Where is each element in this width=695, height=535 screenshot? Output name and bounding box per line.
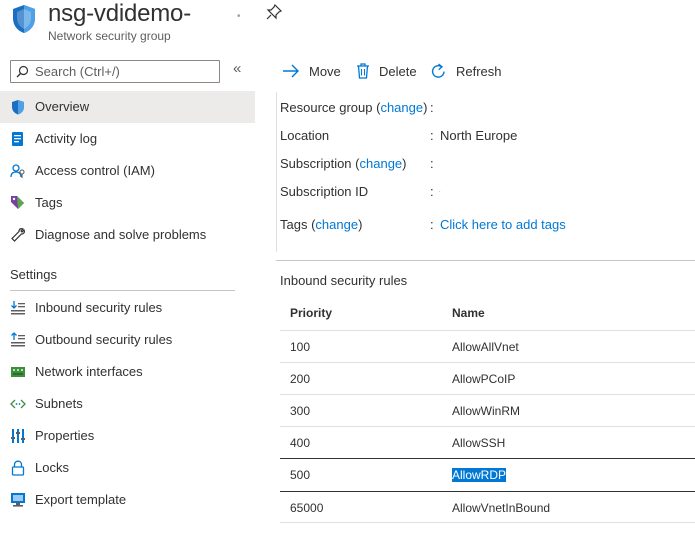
table-row[interactable]: 300 AllowWinRM: [280, 395, 695, 427]
table-row[interactable]: 100 AllowAllVnet: [280, 331, 695, 363]
sidebar-item-tags[interactable]: Tags: [0, 187, 255, 219]
move-button[interactable]: Move: [282, 60, 341, 82]
properties-icon: [11, 429, 25, 443]
table-row[interactable]: 200 AllowPCoIP: [280, 363, 695, 395]
page-title: nsg-vdidemo-: [48, 0, 191, 27]
settings-section-title: Settings: [10, 267, 57, 282]
change-resource-group-link[interactable]: change: [380, 100, 423, 115]
sidebar-item-label: Outbound security rules: [35, 332, 173, 347]
refresh-button[interactable]: Refresh: [430, 60, 502, 82]
sidebar-item-label: Activity log: [35, 131, 98, 146]
sidebar-item-inbound-rules[interactable]: Inbound security rules: [0, 292, 255, 324]
wrench-icon: [11, 228, 25, 242]
sidebar-item-outbound-rules[interactable]: Outbound security rules: [0, 324, 255, 356]
change-tags-link[interactable]: change: [315, 217, 358, 232]
sidebar-item-label: Subnets: [35, 396, 83, 411]
network-security-group-icon: [13, 5, 35, 33]
trash-icon: [357, 63, 369, 79]
delete-button[interactable]: Delete: [356, 60, 417, 82]
title-redacted-suffix: •: [237, 11, 241, 22]
table-row-selected[interactable]: 500 AllowRDP: [280, 458, 695, 492]
sidebar-item-label: Overview: [35, 99, 90, 114]
sidebar-item-properties[interactable]: Properties: [0, 420, 255, 452]
tag-icon: [11, 196, 24, 209]
search-input[interactable]: Search (Ctrl+/): [10, 60, 220, 83]
network-interface-icon: [11, 367, 25, 377]
search-placeholder: Search (Ctrl+/): [35, 64, 120, 79]
column-header-priority[interactable]: Priority: [290, 306, 332, 320]
sidebar-item-locks[interactable]: Locks: [0, 452, 255, 484]
search-icon: [16, 65, 29, 78]
table-row[interactable]: 400 AllowSSH: [280, 427, 695, 459]
section-divider: [10, 290, 235, 291]
subscription-id-redacted: ·: [438, 186, 442, 197]
sidebar-item-export-template[interactable]: Export template: [0, 484, 255, 516]
sidebar-item-network-interfaces[interactable]: Network interfaces: [0, 356, 255, 388]
inbound-icon: [11, 301, 25, 315]
inbound-rules-title: Inbound security rules: [280, 273, 408, 288]
sidebar-item-label: Diagnose and solve problems: [35, 227, 207, 242]
export-template-icon: [11, 493, 25, 507]
column-header-name[interactable]: Name: [452, 306, 485, 320]
location-value: North Europe: [440, 128, 518, 143]
sidebar-item-overview[interactable]: Overview: [0, 91, 255, 123]
essentials-left-border: [276, 92, 277, 252]
page-subtitle: Network security group: [48, 29, 171, 43]
sidebar-item-subnets[interactable]: Subnets: [0, 388, 255, 420]
table-row[interactable]: 65000 AllowVnetInBound: [280, 492, 695, 524]
blade-header: nsg-vdidemo- • Network security group: [0, 0, 695, 48]
shield-icon: [12, 100, 24, 115]
sidebar-item-diagnose[interactable]: Diagnose and solve problems: [0, 219, 255, 251]
sidebar-item-label: Inbound security rules: [35, 300, 163, 315]
resource-menu: Search (Ctrl+/) « Overview Activity log …: [0, 56, 255, 535]
row-divider: [280, 522, 695, 523]
sidebar-item-access-control[interactable]: Access control (IAM): [0, 155, 255, 187]
subnet-icon: [10, 399, 26, 409]
arrow-right-icon: [283, 64, 299, 78]
sidebar-item-label: Network interfaces: [35, 364, 143, 379]
sidebar-item-label: Export template: [35, 492, 127, 507]
lock-icon: [11, 460, 25, 476]
change-subscription-link[interactable]: change: [360, 156, 403, 171]
iam-icon: [10, 164, 25, 178]
sidebar-item-label: Properties: [35, 428, 95, 443]
sidebar-item-activity-log[interactable]: Activity log: [0, 123, 255, 155]
sidebar-item-label: Access control (IAM): [35, 163, 155, 178]
sidebar-item-label: Locks: [35, 460, 69, 475]
refresh-icon: [431, 62, 445, 78]
collapse-menu-icon[interactable]: «: [233, 60, 241, 77]
outbound-icon: [11, 332, 25, 347]
activity-log-icon: [12, 132, 23, 146]
sidebar-item-label: Tags: [35, 195, 63, 210]
add-tags-link[interactable]: Click here to add tags: [440, 217, 566, 232]
pin-icon[interactable]: [266, 4, 282, 20]
section-divider: [276, 260, 695, 261]
